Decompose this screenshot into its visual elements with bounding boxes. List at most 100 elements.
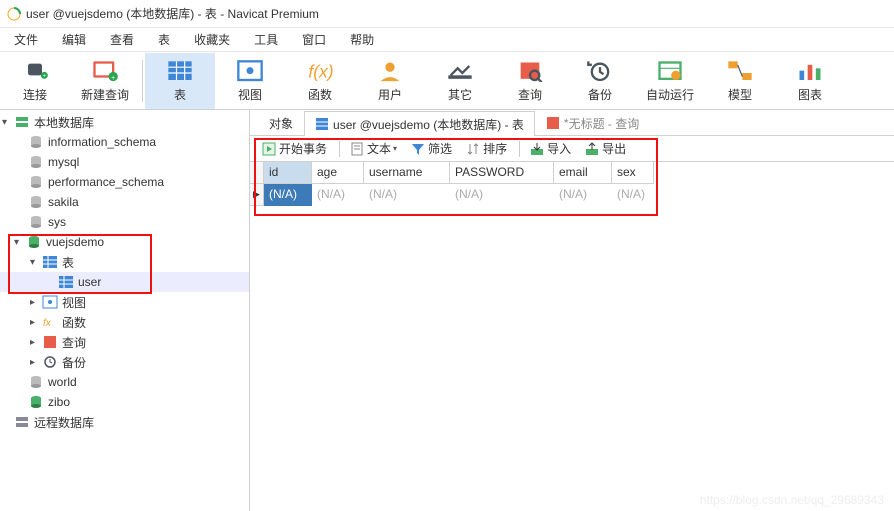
tree-db-performance-schema[interactable]: performance_schema — [0, 172, 249, 192]
db-icon — [28, 194, 44, 210]
content-tabs: 对象 user @vuejsdemo (本地数据库) - 表 * 无标题 - 查… — [250, 110, 894, 136]
toolbar-schedule[interactable]: 自动运行 — [635, 53, 705, 109]
menu-tools[interactable]: 工具 — [242, 28, 290, 51]
table-icon — [315, 117, 329, 131]
tree-folder-backups[interactable]: ▸备份 — [0, 352, 249, 372]
menu-fav[interactable]: 收藏夹 — [182, 28, 242, 51]
toolbar-view[interactable]: 视图 — [215, 53, 285, 109]
funnel-icon — [411, 142, 425, 156]
export-icon — [585, 142, 599, 156]
toolbar-query[interactable]: 查询 — [495, 53, 565, 109]
col-sex[interactable]: sex — [612, 162, 654, 184]
toolbar-charts-label: 图表 — [798, 86, 822, 103]
fx-icon: f(x) — [306, 59, 334, 83]
toolbar-function[interactable]: f(x) 函数 — [285, 53, 355, 109]
db-icon — [28, 374, 44, 390]
tt-text[interactable]: 文本▾ — [344, 138, 403, 159]
tab-objects[interactable]: 对象 — [258, 110, 304, 135]
col-id[interactable]: id — [264, 162, 312, 184]
data-row[interactable]: ▶ (N/A) (N/A) (N/A) (N/A) (N/A) (N/A) — [250, 184, 894, 206]
toolbar-new-query[interactable]: + 新建查询 — [70, 53, 140, 109]
new-query-icon: + — [91, 59, 119, 83]
tree-folder-tables[interactable]: ▾表 — [0, 252, 249, 272]
menu-file[interactable]: 文件 — [2, 28, 50, 51]
toolbar-connect-label: 连接 — [23, 86, 47, 103]
tree-folder-functions[interactable]: ▸fx函数 — [0, 312, 249, 332]
toolbar-user[interactable]: 用户 — [355, 53, 425, 109]
current-row-arrow-icon: ▶ — [253, 189, 260, 200]
table-folder-icon — [42, 254, 58, 270]
row-corner — [250, 162, 264, 184]
import-icon — [530, 142, 544, 156]
chevron-down-icon[interactable]: ▾ — [393, 144, 397, 153]
tree-table-user[interactable]: user — [0, 272, 249, 292]
menu-bar: 文件 编辑 查看 表 收藏夹 工具 窗口 帮助 — [0, 28, 894, 52]
tree-db-mysql[interactable]: mysql — [0, 152, 249, 172]
header-row: id age username PASSWORD email sex — [250, 162, 894, 184]
tree-db-sys[interactable]: sys — [0, 212, 249, 232]
toolbar-backup[interactable]: 备份 — [565, 53, 635, 109]
cell-username[interactable]: (N/A) — [364, 184, 450, 206]
sidebar-tree: ▾ 本地数据库 information_schema mysql perform… — [0, 110, 250, 511]
backup-icon — [586, 59, 614, 83]
tree-root[interactable]: ▾ 本地数据库 — [0, 112, 249, 132]
play-icon — [262, 142, 276, 156]
toolbar-charts[interactable]: 图表 — [775, 53, 845, 109]
tt-begin-tx[interactable]: 开始事务 — [256, 138, 333, 159]
tab-untitled[interactable]: * 无标题 - 查询 — [535, 110, 650, 135]
menu-view[interactable]: 查看 — [98, 28, 146, 51]
menu-window[interactable]: 窗口 — [290, 28, 338, 51]
tree-db-vuejsdemo[interactable]: ▾vuejsdemo — [0, 232, 249, 252]
collapse-arrow-icon[interactable]: ▾ — [2, 117, 14, 128]
tree-db-world[interactable]: world — [0, 372, 249, 392]
collapse-arrow-icon[interactable]: ▾ — [14, 237, 26, 248]
tree-db-information-schema[interactable]: information_schema — [0, 132, 249, 152]
toolbar-table[interactable]: 表 — [145, 53, 215, 109]
tab-main[interactable]: user @vuejsdemo (本地数据库) - 表 — [304, 111, 535, 136]
tt-export[interactable]: 导出 — [579, 138, 632, 159]
fx-folder-icon: fx — [42, 314, 58, 330]
table-toolbar: 开始事务 文本▾ 筛选 排序 导入 导出 — [250, 136, 894, 162]
expand-arrow-icon[interactable]: ▸ — [30, 297, 42, 308]
col-email[interactable]: email — [554, 162, 612, 184]
tree-db-sakila[interactable]: sakila — [0, 192, 249, 212]
tt-sort[interactable]: 排序 — [460, 138, 513, 159]
expand-arrow-icon[interactable]: ▸ — [30, 337, 42, 348]
server-icon — [14, 114, 30, 130]
toolbar-other[interactable]: 其它 — [425, 53, 495, 109]
toolbar-query-label: 查询 — [518, 86, 542, 103]
toolbar-user-label: 用户 — [378, 86, 402, 103]
toolbar-connect[interactable]: + 连接 — [0, 53, 70, 109]
toolbar-function-label: 函数 — [308, 86, 332, 103]
doc-icon — [350, 142, 364, 156]
tt-filter[interactable]: 筛选 — [405, 138, 458, 159]
toolbar-model[interactable]: 模型 — [705, 53, 775, 109]
menu-edit[interactable]: 编辑 — [50, 28, 98, 51]
data-grid[interactable]: id age username PASSWORD email sex ▶ (N/… — [250, 162, 894, 206]
expand-arrow-icon[interactable]: ▸ — [30, 357, 42, 368]
cell-age[interactable]: (N/A) — [312, 184, 364, 206]
col-username[interactable]: username — [364, 162, 450, 184]
cell-sex[interactable]: (N/A) — [612, 184, 654, 206]
window-title: user @vuejsdemo (本地数据库) - 表 - Navicat Pr… — [26, 5, 319, 22]
col-password[interactable]: PASSWORD — [450, 162, 554, 184]
tree-db-zibo[interactable]: zibo — [0, 392, 249, 412]
table-item-icon — [58, 274, 74, 290]
cell-email[interactable]: (N/A) — [554, 184, 612, 206]
toolbar-other-label: 其它 — [448, 86, 472, 103]
menu-help[interactable]: 帮助 — [338, 28, 386, 51]
tt-import[interactable]: 导入 — [524, 138, 577, 159]
cell-password[interactable]: (N/A) — [450, 184, 554, 206]
cell-id[interactable]: (N/A) — [264, 184, 312, 206]
expand-arrow-icon[interactable]: ▸ — [30, 317, 42, 328]
col-age[interactable]: age — [312, 162, 364, 184]
other-icon — [446, 59, 474, 83]
toolbar-backup-label: 备份 — [588, 86, 612, 103]
db-icon — [28, 174, 44, 190]
menu-table[interactable]: 表 — [146, 28, 182, 51]
tree-folder-queries[interactable]: ▸查询 — [0, 332, 249, 352]
tree-folder-views[interactable]: ▸视图 — [0, 292, 249, 312]
db-icon — [28, 154, 44, 170]
tree-remote[interactable]: 远程数据库 — [0, 412, 249, 432]
collapse-arrow-icon[interactable]: ▾ — [30, 257, 42, 268]
